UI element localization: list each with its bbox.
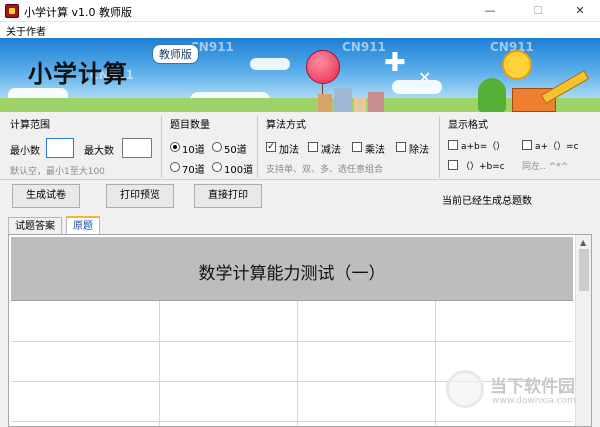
plant-icon [478,78,506,112]
radio-count-10-label[interactable]: 10道 [182,141,205,156]
grid-line [435,301,436,426]
radio-count-10[interactable] [170,142,180,152]
cloud-decoration [392,80,442,94]
radio-count-50-label[interactable]: 50道 [224,141,247,156]
format-blank-plus-b-label[interactable]: （）+b=c [461,159,505,172]
generate-paper-button[interactable]: 生成试卷 [12,184,80,208]
checkbox-subtraction-label[interactable]: 减法 [321,141,341,156]
school-supplies-decoration [440,48,600,112]
checkbox-division[interactable] [396,142,406,152]
radio-count-70[interactable] [170,162,180,172]
checkbox-subtraction[interactable] [308,142,318,152]
worksheet-header: 数学计算能力测试（一） [11,237,573,301]
tab-answers[interactable]: 试题答案 [8,217,62,235]
balloon-icon [306,50,340,84]
grid-line [11,421,573,422]
max-number-input[interactable] [122,138,152,158]
minimize-button[interactable]: — [468,0,512,22]
display-format-title: 显示格式 [448,120,488,131]
format-a-plus-blank-label[interactable]: a+（）=c [535,139,579,152]
min-number-label: 最小数 [10,146,40,157]
checkbox-division-label[interactable]: 除法 [409,141,429,156]
buildings-decoration [318,86,388,112]
total-questions-status: 当前已经生成总题数 [442,196,532,207]
banner: CN911 CN911 CN911 CN911 教师版 小学计算 ✚ ✕ [0,38,600,112]
checkbox-addition[interactable]: ✓ [266,142,276,152]
print-preview-button[interactable]: 打印预览 [106,184,174,208]
edition-badge: 教师版 [152,44,199,64]
checkbox-format-a-plus-b[interactable] [448,140,458,150]
range-hint: 默认空，最小1至大100 [10,167,105,177]
question-count-title: 题目数量 [170,120,210,131]
watermark-site-name: 当下软件园 [490,377,575,397]
checkbox-format-blank-plus-b[interactable] [448,160,458,170]
watermark-site-url: www.downxia.com [492,396,576,406]
menu-bar: 关于作者 [0,22,600,38]
sun-icon [502,50,532,80]
app-icon [5,4,19,18]
building-icon [368,92,384,112]
watermark-text: CN911 [342,40,386,54]
plus-icon: ✚ [384,48,406,78]
cloud-decoration [250,58,290,70]
scroll-up-icon[interactable]: ▲ [580,238,586,247]
format-hint: 同左.. ^*^ [522,162,569,172]
checkbox-format-a-plus-blank[interactable] [522,140,532,150]
radio-count-70-label[interactable]: 70道 [182,161,205,176]
grid-line [11,341,573,342]
close-button[interactable]: ✕ [558,0,600,22]
worksheet-title: 数学计算能力测试（一） [198,264,386,284]
building-icon [318,94,332,112]
operation-title: 算法方式 [266,120,306,131]
operation-group: 算法方式 ✓ 加法 减法 乘法 除法 支持单、双、多、选任意组合 [260,116,440,178]
radio-count-100[interactable] [212,162,222,172]
max-number-label: 最大数 [84,146,114,157]
title-bar: 小学计算 v1.0 教师版 — ☐ ✕ [0,0,600,22]
checkbox-multiplication-label[interactable]: 乘法 [365,141,385,156]
maximize-button[interactable]: ☐ [516,0,560,22]
toolbar: 生成试卷 打印预览 直接打印 当前已经生成总题数 [0,180,600,216]
range-group-title: 计算范围 [10,120,50,131]
operation-hint: 支持单、双、多、选任意组合 [266,165,384,175]
radio-count-50[interactable] [212,142,222,152]
direct-print-button[interactable]: 直接打印 [194,184,262,208]
building-icon [354,98,366,112]
building-icon [334,88,352,112]
tab-original-questions[interactable]: 原题 [66,216,100,235]
grid-line [297,301,298,426]
checkbox-multiplication[interactable] [352,142,362,152]
range-group: 计算范围 最小数 最大数 默认空，最小1至大100 [4,116,162,178]
menu-item-about-author[interactable]: 关于作者 [6,23,46,38]
format-a-plus-b-label[interactable]: a+b=（） [461,139,505,152]
display-format-group: 显示格式 a+b=（） a+（）=c （）+b=c 同左.. ^*^ [442,116,592,178]
pencil-icon [540,70,590,104]
banner-title: 小学计算 [28,60,128,88]
checkbox-addition-label[interactable]: 加法 [279,141,299,156]
scroll-thumb[interactable] [579,249,589,291]
times-icon: ✕ [418,68,432,87]
min-number-input[interactable] [46,138,74,158]
radio-count-100-label[interactable]: 100道 [224,161,253,176]
question-count-group: 题目数量 10道 50道 70道 100道 [164,116,258,178]
window-title: 小学计算 v1.0 教师版 [24,6,132,19]
settings-panel: 计算范围 最小数 最大数 默认空，最小1至大100 题目数量 10道 50道 7… [0,112,600,180]
site-watermark: 当下软件园 www.downxia.com [442,366,592,416]
watermark-logo-icon [446,370,484,408]
grid-line [159,301,160,426]
